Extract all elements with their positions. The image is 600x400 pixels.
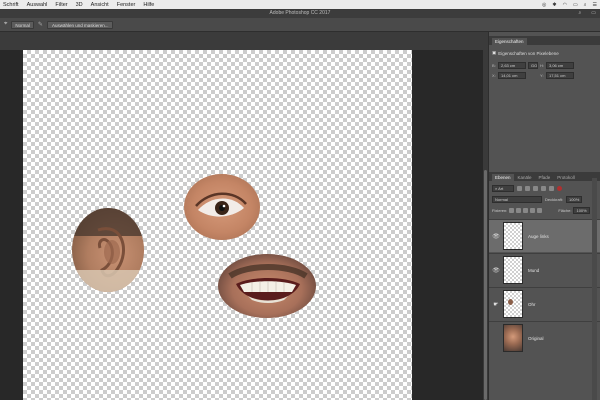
properties-header: ▣ Eigenschaften von Pixelebene bbox=[492, 50, 559, 56]
workspace-icon[interactable]: ▭ bbox=[591, 9, 596, 18]
notification-icon[interactable]: ☰ bbox=[593, 2, 597, 8]
transform-fields: B: 2,63 cm GO H: 3,06 cm X: 14,01 cm Y: … bbox=[492, 62, 596, 82]
layer-thumbnail-original bbox=[503, 324, 523, 352]
eye-cutout[interactable] bbox=[184, 174, 260, 240]
layers-scrollbar[interactable] bbox=[592, 178, 597, 400]
layer-row-mund[interactable]: 👁 Mund bbox=[489, 253, 600, 286]
properties-panel: Eigenschaften ▣ Eigenschaften von Pixele… bbox=[489, 36, 600, 98]
menu-fenster[interactable]: Fenster bbox=[117, 2, 136, 8]
mouth-shape bbox=[228, 264, 308, 303]
filter-kind-label: Art bbox=[498, 185, 504, 191]
blend-row: Normal Deckkraft: 100% bbox=[492, 195, 597, 203]
tab-paths[interactable]: Pfade bbox=[536, 174, 554, 181]
layer-thumbnail bbox=[503, 290, 523, 318]
ear-shape bbox=[72, 208, 144, 292]
filter-shape-icon[interactable] bbox=[541, 185, 546, 191]
layers-panel: Ebenen Kanäle Pfade Protokoll ⌕ Art Norm… bbox=[489, 172, 600, 400]
lock-transparent-icon[interactable] bbox=[509, 207, 515, 213]
pixel-layer-icon: ▣ bbox=[492, 50, 497, 55]
menu-filter[interactable]: Filter bbox=[55, 2, 67, 8]
properties-tabs: Eigenschaften bbox=[489, 36, 600, 45]
menu-ansicht[interactable]: Ansicht bbox=[91, 2, 109, 8]
window-title: Adobe Photoshop CC 2017 bbox=[269, 10, 331, 16]
mouth-cutout[interactable] bbox=[218, 254, 316, 318]
lock-label: Fixieren: bbox=[492, 207, 508, 213]
mode-select[interactable]: Normal bbox=[11, 20, 34, 29]
filter-smart-icon[interactable] bbox=[549, 185, 554, 191]
eye-visibility-icon[interactable]: 👁 bbox=[489, 267, 503, 274]
layer-name[interactable]: Auge links bbox=[528, 234, 549, 239]
fill-field[interactable]: 100% bbox=[573, 206, 590, 214]
menu-hilfe[interactable]: Hilfe bbox=[143, 2, 154, 8]
filter-type-icon[interactable] bbox=[533, 185, 538, 191]
height-field[interactable]: 3,06 cm bbox=[546, 62, 574, 69]
lock-row: Fixieren: Fläche: 100% bbox=[492, 206, 597, 214]
filter-pixel-icon[interactable] bbox=[517, 185, 522, 191]
x-label: X: bbox=[492, 73, 496, 78]
bluetooth-icon[interactable]: ✱ bbox=[552, 2, 556, 8]
link-dimensions-button[interactable]: GO bbox=[528, 62, 538, 69]
window-title-bar: Adobe Photoshop CC 2017 ⌕ ▭ bbox=[0, 9, 600, 18]
menu-bar: Schrift Auswahl Filter 3D Ansicht Fenste… bbox=[0, 0, 600, 9]
layer-row-original[interactable]: Original bbox=[489, 321, 600, 354]
layer-name[interactable]: Mund bbox=[528, 268, 539, 273]
document-tab-strip bbox=[0, 32, 488, 50]
x-field[interactable]: 14,01 cm bbox=[498, 72, 526, 79]
y-field[interactable]: 17,51 cm bbox=[546, 72, 574, 79]
tab-properties[interactable]: Eigenschaften bbox=[492, 38, 527, 45]
right-panel: Eigenschaften ▣ Eigenschaften von Pixele… bbox=[488, 32, 600, 400]
ear-cutout[interactable] bbox=[72, 208, 144, 292]
brush-icon[interactable]: ✎ bbox=[38, 21, 43, 28]
fill-label: Fläche: bbox=[558, 207, 572, 213]
document-canvas[interactable] bbox=[23, 50, 412, 400]
workspace bbox=[0, 50, 483, 400]
lock-all-icon[interactable] bbox=[537, 207, 543, 213]
blend-mode-select[interactable]: Normal bbox=[492, 195, 542, 203]
menu-3d[interactable]: 3D bbox=[76, 2, 83, 8]
layer-thumbnail bbox=[503, 256, 523, 284]
properties-header-label: Eigenschaften von Pixelebene bbox=[498, 50, 559, 56]
filter-adjustment-icon[interactable] bbox=[525, 185, 530, 191]
layer-filter-row: ⌕ Art bbox=[492, 184, 597, 192]
opacity-label: Deckkraft: bbox=[545, 196, 564, 202]
cursor-hand-icon[interactable]: ☛ bbox=[489, 301, 503, 308]
tab-layers[interactable]: Ebenen bbox=[492, 174, 514, 181]
options-bar: ⌖ Normal ✎ Auswählen und maskieren... bbox=[0, 18, 600, 32]
filter-kind-select[interactable]: ⌕ Art bbox=[492, 184, 514, 192]
y-label: Y: bbox=[540, 73, 544, 78]
spotlight-icon[interactable]: ⌕ bbox=[584, 2, 587, 8]
search-icon[interactable]: ⌕ bbox=[578, 9, 581, 18]
opacity-field[interactable]: 100% bbox=[566, 195, 583, 203]
filter-toggle-icon[interactable] bbox=[557, 185, 562, 191]
tab-history[interactable]: Protokoll bbox=[554, 174, 578, 181]
layers-tabs: Ebenen Kanäle Pfade Protokoll bbox=[489, 172, 600, 181]
select-and-mask-button[interactable]: Auswählen und maskieren... bbox=[46, 20, 114, 29]
tool-preset-icon[interactable]: ⌖ bbox=[4, 21, 7, 28]
tab-channels[interactable]: Kanäle bbox=[515, 174, 535, 181]
menu-schrift[interactable]: Schrift bbox=[3, 2, 19, 8]
lock-artboard-icon[interactable] bbox=[530, 207, 536, 213]
lock-position-icon[interactable] bbox=[523, 207, 529, 213]
scrollbar-thumb[interactable] bbox=[484, 170, 487, 400]
layer-row-ohr[interactable]: ☛ Ohr bbox=[489, 287, 600, 320]
layer-name[interactable]: Original bbox=[528, 336, 544, 341]
status-icons: ◎ ✱ ◠ ▭ ⌕ ☰ bbox=[542, 0, 597, 9]
layer-name[interactable]: Ohr bbox=[528, 302, 536, 307]
layer-thumbnail bbox=[503, 222, 523, 250]
eye-visibility-icon[interactable]: 👁 bbox=[489, 233, 503, 240]
wifi-icon[interactable]: ◠ bbox=[563, 2, 567, 8]
lock-pixels-icon[interactable] bbox=[516, 207, 522, 213]
layer-row-auge-links[interactable]: 👁 Auge links bbox=[489, 219, 600, 252]
battery-icon[interactable]: ▭ bbox=[573, 2, 578, 8]
eye-shape bbox=[195, 192, 247, 217]
height-label: H: bbox=[540, 63, 544, 68]
width-label: B: bbox=[492, 63, 496, 68]
width-field[interactable]: 2,63 cm bbox=[498, 62, 526, 69]
creative-cloud-icon[interactable]: ◎ bbox=[542, 2, 546, 8]
menu-auswahl[interactable]: Auswahl bbox=[27, 2, 48, 8]
